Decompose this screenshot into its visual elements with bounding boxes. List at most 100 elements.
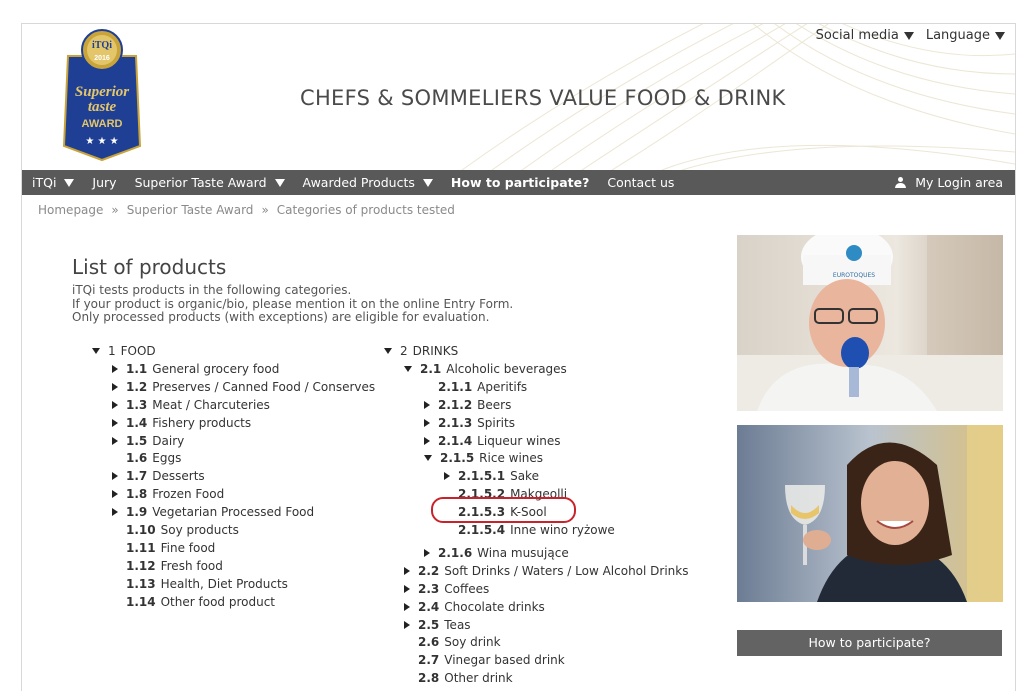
category-code: 2.7: [418, 653, 440, 668]
social-media-label: Social media: [815, 28, 899, 43]
collapsed-arrow-icon[interactable]: [424, 436, 430, 445]
collapsed-arrow-icon[interactable]: [404, 584, 410, 593]
collapsed-arrow-icon[interactable]: [112, 472, 118, 481]
category-item[interactable]: 2.1.5.1 Sake: [444, 467, 539, 485]
chevron-down-icon: [64, 178, 75, 187]
category-label: Vegetarian Processed Food: [152, 505, 315, 520]
main-nav: iTQi Jury Superior Taste Award Awarded P…: [22, 170, 1015, 195]
category-label: Aperitifs: [477, 379, 528, 394]
category-item[interactable]: 1.2 Preserves / Canned Food / Conserves: [112, 378, 375, 396]
category-item[interactable]: 2.2 Soft Drinks / Waters / Low Alcohol Dr…: [404, 562, 688, 580]
category-item[interactable]: 2.5 Teas: [404, 616, 471, 634]
category-label: DRINKS: [412, 344, 459, 358]
nav-item-contact-us[interactable]: Contact us: [598, 170, 683, 195]
category-label: Teas: [444, 617, 471, 632]
category-item[interactable]: 1.11 Fine food: [112, 539, 215, 557]
category-item[interactable]: 2.7 Vinegar based drink: [404, 651, 565, 669]
category-item[interactable]: 2.1.6 Wina musujące: [424, 544, 569, 562]
category-code: 2.1.3: [438, 415, 473, 430]
category-label: Fresh food: [160, 558, 223, 573]
social-media-menu[interactable]: Social media: [816, 28, 914, 43]
category-label: Other drink: [444, 671, 513, 686]
category-item[interactable]: 1.3 Meat / Charcuteries: [112, 396, 270, 414]
collapsed-arrow-icon[interactable]: [404, 620, 410, 629]
collapsed-arrow-icon[interactable]: [112, 508, 118, 517]
collapsed-arrow-icon[interactable]: [424, 548, 430, 557]
nav-item-jury[interactable]: Jury: [83, 170, 125, 195]
login-link[interactable]: My Login area: [886, 170, 1015, 195]
category-item[interactable]: 1.14 Other food product: [112, 593, 275, 611]
category-label: Inne wino ryżowe: [510, 523, 615, 537]
category-item[interactable]: 1.8 Frozen Food: [112, 485, 224, 503]
category-item[interactable]: 2.1.5 Rice wines: [424, 449, 543, 467]
collapsed-arrow-icon[interactable]: [444, 472, 450, 481]
superior-taste-award-logo[interactable]: iTQi 2016 Superior taste AWARD ★ ★ ★: [62, 28, 142, 164]
collapsed-arrow-icon[interactable]: [112, 400, 118, 409]
award-brand: iTQi: [92, 40, 112, 51]
collapsed-arrow-icon[interactable]: [404, 566, 410, 575]
category-code: 1.12: [126, 558, 156, 573]
how-to-participate-button[interactable]: How to participate?: [737, 630, 1002, 656]
category-item[interactable]: 2.1.4 Liqueur wines: [424, 432, 561, 450]
category-item[interactable]: 2.1.2 Beers: [424, 396, 511, 414]
category-label: Coffees: [444, 581, 490, 596]
category-item[interactable]: 2 DRINKS: [384, 342, 458, 360]
category-label: Fine food: [160, 540, 216, 555]
collapsed-arrow-icon[interactable]: [404, 602, 410, 611]
category-item[interactable]: 2.3 Coffees: [404, 580, 489, 598]
category-code: 1.9: [126, 505, 148, 520]
breadcrumb-homepage[interactable]: Homepage: [38, 203, 103, 217]
page-frame: iTQi 2016 Superior taste AWARD ★ ★ ★ CHE…: [21, 23, 1016, 691]
chef-photo: EUROTOQUES: [737, 235, 1003, 411]
category-item[interactable]: 2.1.3 Spirits: [424, 414, 515, 432]
collapsed-arrow-icon[interactable]: [112, 490, 118, 499]
expanded-arrow-icon[interactable]: [384, 348, 392, 354]
category-item[interactable]: 1.9 Vegetarian Processed Food: [112, 503, 314, 521]
category-label: Beers: [477, 397, 512, 412]
collapsed-arrow-icon[interactable]: [112, 382, 118, 391]
category-item[interactable]: 2.1 Alcoholic beverages: [404, 360, 567, 378]
expanded-arrow-icon[interactable]: [424, 455, 432, 462]
category-code: 2.5: [418, 617, 440, 632]
collapsed-arrow-icon[interactable]: [424, 400, 430, 409]
category-code: 1: [108, 344, 116, 358]
expanded-arrow-icon[interactable]: [404, 365, 412, 372]
eurotoques-badge-icon: [846, 245, 862, 261]
category-item[interactable]: 2.1.1 Aperitifs: [424, 378, 527, 396]
nav-item-itqi[interactable]: iTQi: [22, 170, 83, 195]
expanded-arrow-icon[interactable]: [92, 348, 100, 354]
category-item[interactable]: 1.4 Fishery products: [112, 414, 251, 432]
category-item[interactable]: 2.6 Soy drink: [404, 633, 501, 651]
photo-badge-text: EUROTOQUES: [833, 272, 875, 279]
breadcrumb-superior-taste-award[interactable]: Superior Taste Award: [127, 203, 254, 217]
intro-line: Only processed products (with exceptions…: [72, 310, 490, 324]
nav-item-awarded-products[interactable]: Awarded Products: [294, 170, 442, 195]
category-label: Dairy: [152, 433, 185, 448]
category-item[interactable]: 1.10 Soy products: [112, 521, 239, 539]
category-code: 1.4: [126, 415, 148, 430]
category-code: 1.11: [126, 540, 156, 555]
category-label: Sake: [510, 469, 539, 484]
category-code: 1.13: [126, 576, 156, 591]
collapsed-arrow-icon[interactable]: [112, 364, 118, 373]
category-item[interactable]: 2.8 Other drink: [404, 669, 513, 687]
nav-item-superior-taste-award[interactable]: Superior Taste Award: [126, 170, 294, 195]
category-item[interactable]: 1.13 Health, Diet Products: [112, 575, 288, 593]
nav-item-how-to-participate[interactable]: How to participate?: [442, 170, 598, 195]
category-item[interactable]: 2.1.5.4 Inne wino ryżowe: [444, 521, 615, 539]
category-item[interactable]: 1.1 General grocery food: [112, 360, 279, 378]
category-item[interactable]: 1.12 Fresh food: [112, 557, 223, 575]
site-title: CHEFS & SOMMELIERS VALUE FOOD & DRINK: [300, 86, 786, 110]
breadcrumb: Homepage » Superior Taste Award » Catego…: [38, 203, 455, 217]
breadcrumb-separator: »: [111, 203, 119, 217]
category-item[interactable]: 1.6 Eggs: [112, 449, 181, 467]
category-item[interactable]: 1 FOOD: [92, 342, 156, 360]
collapsed-arrow-icon[interactable]: [424, 418, 430, 427]
category-item[interactable]: 2.4 Chocolate drinks: [404, 598, 545, 616]
language-menu[interactable]: Language: [926, 28, 1005, 43]
collapsed-arrow-icon[interactable]: [112, 436, 118, 445]
category-code: 2.8: [418, 671, 440, 686]
category-item[interactable]: 1.5 Dairy: [112, 432, 184, 450]
category-item[interactable]: 1.7 Desserts: [112, 467, 205, 485]
collapsed-arrow-icon[interactable]: [112, 418, 118, 427]
